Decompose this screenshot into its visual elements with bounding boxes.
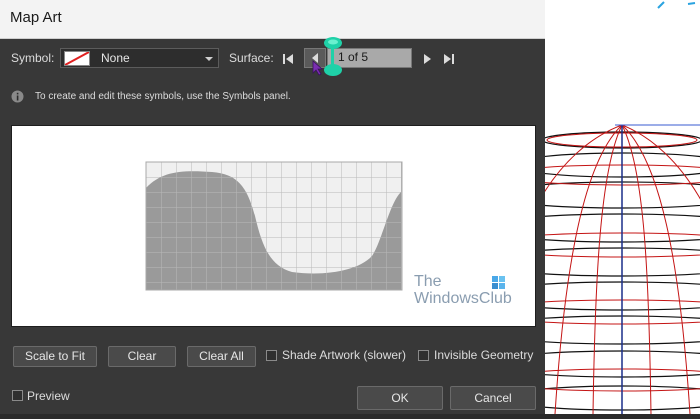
- dialog-titlebar[interactable]: [0, 0, 545, 39]
- mouse-cursor-icon: [312, 60, 326, 81]
- shade-artwork-label: Shade Artwork (slower): [282, 348, 407, 362]
- preview-label: Preview: [27, 389, 70, 403]
- wireframe-sphere: [476, 124, 700, 415]
- none-swatch-icon: [64, 51, 90, 66]
- artboard-canvas[interactable]: [476, 0, 700, 415]
- first-surface-icon[interactable]: [282, 52, 294, 70]
- chevron-down-icon[interactable]: [204, 51, 214, 69]
- symbol-value: None: [101, 51, 130, 65]
- preview-checkbox[interactable]: [12, 390, 23, 401]
- dialog-title: Map Art: [10, 9, 62, 26]
- ok-button[interactable]: OK: [357, 386, 443, 410]
- last-surface-icon[interactable]: [443, 52, 455, 70]
- surface-preview[interactable]: The WindowsClub: [11, 125, 536, 327]
- drag-handle-bottom[interactable]: [323, 63, 343, 82]
- invisible-geometry-label: Invisible Geometry: [434, 348, 534, 362]
- symbol-label: Symbol:: [11, 51, 55, 65]
- cancel-button[interactable]: Cancel: [450, 386, 536, 410]
- selection-stroke-icon: [657, 1, 696, 9]
- shade-artwork-checkbox[interactable]: [266, 350, 277, 361]
- next-surface-icon[interactable]: [421, 52, 433, 70]
- clear-button[interactable]: Clear: [108, 346, 176, 367]
- windows-logo-icon: [492, 276, 506, 295]
- surface-label: Surface:: [229, 51, 274, 65]
- clear-all-button[interactable]: Clear All: [187, 346, 256, 367]
- scale-to-fit-button[interactable]: Scale to Fit: [13, 346, 97, 367]
- invisible-geometry-checkbox[interactable]: [418, 350, 429, 361]
- watermark-line1: The: [414, 273, 442, 290]
- info-icon: [11, 90, 24, 108]
- info-text: To create and edit these symbols, use th…: [35, 91, 291, 102]
